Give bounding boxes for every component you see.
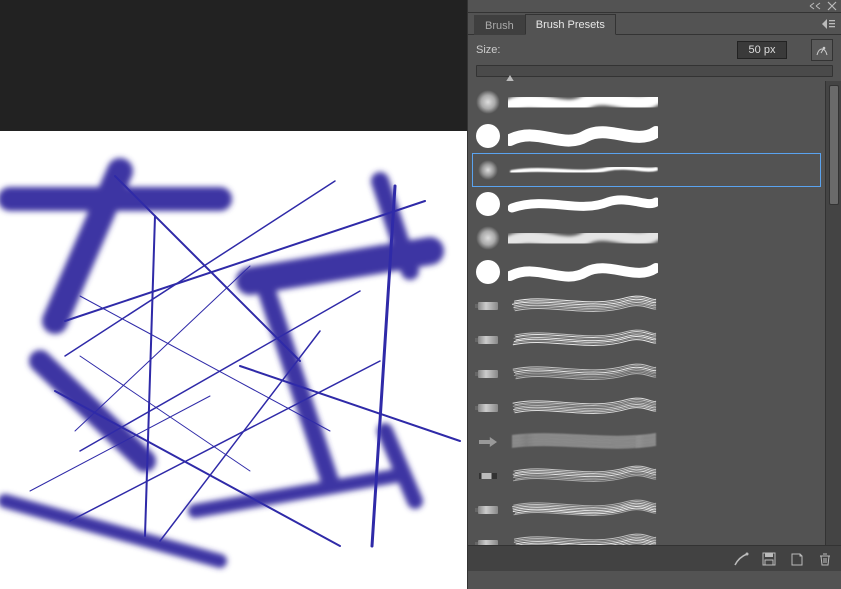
preset-scrollbar[interactable] xyxy=(825,81,841,545)
brush-pose-icon[interactable] xyxy=(733,551,749,567)
preset-stroke-preview xyxy=(508,360,819,388)
preset-stroke-preview xyxy=(508,224,819,252)
preset-list[interactable] xyxy=(468,81,825,545)
preset-tip-icon xyxy=(474,292,502,320)
size-input[interactable] xyxy=(737,41,787,59)
document-canvas[interactable] xyxy=(0,131,467,589)
preset-tip-icon xyxy=(474,462,502,490)
preset-tip-icon xyxy=(474,258,502,286)
size-label: Size: xyxy=(476,44,500,56)
preset-stroke-preview xyxy=(508,462,819,490)
preset-stroke-preview xyxy=(508,394,819,422)
panel-footer xyxy=(468,545,841,571)
preset-stroke-preview xyxy=(508,190,819,218)
preset-item[interactable] xyxy=(472,391,821,425)
preset-tip-icon xyxy=(474,496,502,524)
preset-stroke-preview xyxy=(508,258,819,286)
preset-item[interactable] xyxy=(472,527,821,545)
canvas-area xyxy=(0,0,467,589)
workspace-background xyxy=(0,0,467,131)
panel-tabs: Brush Brush Presets xyxy=(468,13,841,35)
preset-tip-icon xyxy=(474,224,502,252)
preset-stroke-preview xyxy=(508,428,819,456)
preset-item[interactable] xyxy=(472,323,821,357)
preset-stroke-preview xyxy=(508,530,819,545)
preset-stroke-preview xyxy=(508,292,819,320)
preset-item[interactable] xyxy=(472,153,821,187)
new-preset-icon[interactable] xyxy=(789,551,805,567)
preset-stroke-preview xyxy=(508,122,819,150)
preset-tip-icon xyxy=(474,88,502,116)
preset-item[interactable] xyxy=(472,357,821,391)
collapse-icon[interactable] xyxy=(809,2,823,10)
size-pressure-toggle[interactable] xyxy=(811,39,833,61)
preset-tip-icon xyxy=(474,428,502,456)
preset-tip-icon xyxy=(474,394,502,422)
panel-menu-icon[interactable] xyxy=(821,17,835,29)
brush-panel: Brush Brush Presets Size: xyxy=(467,0,841,589)
canvas-strokes xyxy=(0,131,467,589)
size-row: Size: xyxy=(468,35,841,65)
preset-item[interactable] xyxy=(472,187,821,221)
preset-stroke-preview xyxy=(508,156,819,184)
size-slider[interactable] xyxy=(468,65,841,81)
panel-titlebar xyxy=(468,0,841,13)
preset-item[interactable] xyxy=(472,85,821,119)
preset-stroke-preview xyxy=(508,88,819,116)
preset-stroke-preview xyxy=(508,326,819,354)
preset-stroke-preview xyxy=(508,496,819,524)
preset-tip-icon xyxy=(474,190,502,218)
scroll-thumb[interactable] xyxy=(829,85,839,205)
preset-tip-icon xyxy=(474,530,502,545)
close-icon[interactable] xyxy=(827,1,837,11)
preset-item[interactable] xyxy=(472,425,821,459)
preset-item[interactable] xyxy=(472,289,821,323)
tab-brush[interactable]: Brush xyxy=(474,15,525,35)
preset-item[interactable] xyxy=(472,255,821,289)
preset-item[interactable] xyxy=(472,459,821,493)
preset-tip-icon xyxy=(474,360,502,388)
preset-tip-icon xyxy=(474,156,502,184)
preset-tip-icon xyxy=(474,326,502,354)
preset-item[interactable] xyxy=(472,221,821,255)
tab-brush-presets[interactable]: Brush Presets xyxy=(525,14,616,35)
preset-item[interactable] xyxy=(472,119,821,153)
preset-tip-icon xyxy=(474,122,502,150)
save-preset-icon[interactable] xyxy=(761,551,777,567)
delete-preset-icon[interactable] xyxy=(817,551,833,567)
preset-item[interactable] xyxy=(472,493,821,527)
